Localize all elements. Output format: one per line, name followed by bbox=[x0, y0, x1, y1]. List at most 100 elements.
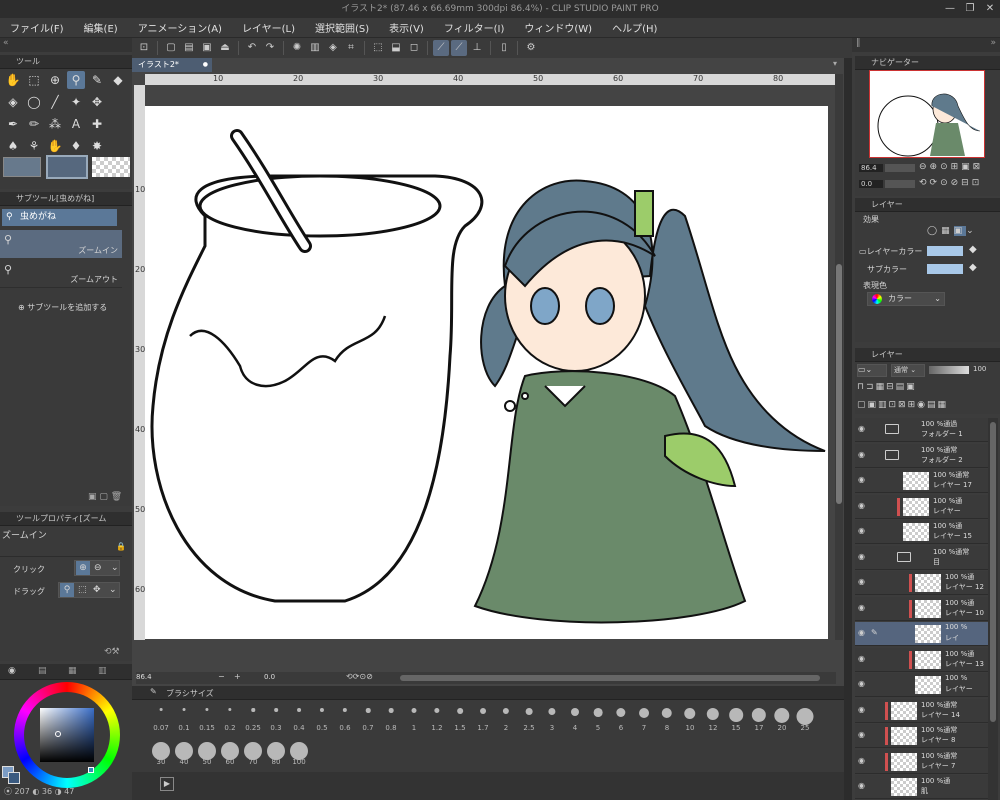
brush-size-preset[interactable]: 15 bbox=[725, 702, 747, 732]
saturation-value-square[interactable] bbox=[40, 708, 94, 762]
layer-color-fill-icon[interactable]: ◆ bbox=[969, 244, 977, 255]
sub-color-swatch[interactable] bbox=[46, 155, 88, 179]
tab-dot-icon[interactable]: ● bbox=[203, 58, 208, 72]
airbrush-tool-icon[interactable]: ⁂ bbox=[46, 115, 64, 133]
export-icon[interactable]: ⏏ bbox=[217, 40, 233, 56]
navigator-rotate-icons[interactable]: ⟲⟳⊙⊘⊟⊡ bbox=[919, 178, 982, 188]
brush-size-preset[interactable]: 0.25 bbox=[242, 702, 264, 732]
navigator-zoom-value[interactable]: 86.4 bbox=[859, 164, 883, 172]
subtool-item-zoom-in[interactable]: ⚲ ズームイン bbox=[0, 230, 122, 258]
navigator-zoom-slider[interactable] bbox=[885, 164, 915, 172]
close-button[interactable]: ✕ bbox=[980, 0, 1000, 18]
click-mode-select[interactable]: ⊕ ⊖ ⌄ bbox=[74, 560, 120, 576]
settings-icon[interactable]: ⚙ bbox=[523, 40, 539, 56]
opacity-slider[interactable] bbox=[929, 366, 969, 374]
watercolor-tool-icon[interactable]: ♦ bbox=[67, 137, 85, 155]
visibility-eye-icon[interactable]: ◉ bbox=[858, 475, 868, 485]
eyedropper-tool-icon[interactable]: ✎ bbox=[88, 71, 106, 89]
effect-icons[interactable]: ◯▦▣⌄ bbox=[927, 226, 989, 240]
visibility-eye-icon[interactable]: ◉ bbox=[858, 705, 868, 715]
blend-mode-select[interactable]: 通常 ⌄ bbox=[891, 364, 925, 377]
clip-studio-icon[interactable]: ⊡ bbox=[136, 40, 152, 56]
reset-icon[interactable]: ⟲ bbox=[104, 647, 112, 657]
select-layer-icon[interactable]: ✦ bbox=[67, 93, 85, 111]
line-tool-icon[interactable]: ╱ bbox=[46, 93, 64, 111]
brush-size-preset[interactable]: 0.5 bbox=[311, 702, 333, 732]
layer-scroll-thumb[interactable] bbox=[990, 422, 996, 722]
deselect-icon[interactable]: ⬚ bbox=[370, 40, 386, 56]
brush-size-preset[interactable]: 2.5 bbox=[518, 702, 540, 732]
brush-size-preset[interactable]: 0.7 bbox=[357, 702, 379, 732]
visibility-eye-icon[interactable]: ◉ bbox=[858, 577, 868, 587]
brush-size-preset[interactable]: 12 bbox=[702, 702, 724, 732]
lock-icon[interactable]: 🔒 bbox=[116, 542, 126, 551]
subtool-group-tab[interactable]: ⚲ 虫めがね bbox=[2, 209, 117, 226]
brush-size-preset[interactable]: 1.7 bbox=[472, 702, 494, 732]
sub-color-swatch-layer[interactable] bbox=[927, 264, 963, 274]
menu-view[interactable]: 表示(V) bbox=[389, 20, 424, 35]
zoom-out-small-icon[interactable]: − bbox=[218, 672, 225, 681]
brush-size-preset[interactable]: 10 bbox=[679, 702, 701, 732]
visibility-eye-icon[interactable]: ◉ bbox=[858, 628, 868, 638]
delete-subtool-icon[interactable]: 🗑 bbox=[111, 492, 122, 502]
layer-row[interactable]: ◉ 100 %通肌 bbox=[855, 775, 988, 799]
visibility-eye-icon[interactable]: ◉ bbox=[858, 730, 868, 740]
brush-size-preset[interactable]: 1.2 bbox=[426, 702, 448, 732]
menu-edit[interactable]: 編集(E) bbox=[84, 20, 118, 35]
decoration-tool-icon[interactable]: ⚘ bbox=[25, 137, 43, 155]
new-file-icon[interactable]: ▢ bbox=[163, 40, 179, 56]
brush-size-preset[interactable]: 70 bbox=[242, 736, 264, 766]
rotate-icon[interactable]: ⟲⟳⊙⊘ bbox=[346, 672, 373, 681]
pencil-tool-icon[interactable]: ✏ bbox=[25, 115, 43, 133]
eyedropper-icon[interactable]: ⦿ bbox=[4, 787, 15, 796]
color-slider-tab-icon[interactable]: ▤ bbox=[38, 666, 47, 676]
brush-size-preset[interactable]: 3 bbox=[541, 702, 563, 732]
visibility-eye-icon[interactable]: ◉ bbox=[858, 450, 868, 460]
angle-value[interactable]: 0.0 bbox=[264, 673, 275, 681]
timeline-icon[interactable]: ▶ bbox=[160, 777, 174, 791]
clear-icon[interactable]: ✺ bbox=[289, 40, 305, 56]
menu-window[interactable]: ウィンドウ(W) bbox=[524, 20, 592, 35]
brush-size-preset[interactable]: 60 bbox=[219, 736, 241, 766]
layer-row[interactable]: ◉ 100 %通 レイヤー 12 bbox=[855, 571, 988, 595]
layer-row[interactable]: ◉ 100 % レイ ✎ bbox=[855, 622, 988, 646]
brush-size-preset[interactable]: 0.6 bbox=[334, 702, 356, 732]
selection-border-icon[interactable]: ◻ bbox=[406, 40, 422, 56]
brush-size-preset[interactable]: 0.4 bbox=[288, 702, 310, 732]
visibility-eye-icon[interactable]: ◉ bbox=[858, 654, 868, 664]
brush-size-preset[interactable]: 0.1 bbox=[173, 702, 195, 732]
brush-size-preset[interactable]: 25 bbox=[794, 702, 816, 732]
visibility-eye-icon[interactable]: ◉ bbox=[858, 501, 868, 511]
operation-tool-icon[interactable]: ✚ bbox=[88, 115, 106, 133]
redo-icon[interactable]: ↷ bbox=[262, 40, 278, 56]
object-tool-icon[interactable]: ⊕ bbox=[46, 71, 64, 89]
brush-size-preset[interactable]: 0.15 bbox=[196, 702, 218, 732]
maximize-button[interactable]: ❐ bbox=[960, 0, 980, 18]
blend-tool-icon[interactable]: ✋ bbox=[46, 137, 64, 155]
navigator-preview[interactable] bbox=[869, 70, 985, 158]
eraser-tool-icon[interactable]: ◆ bbox=[109, 71, 127, 89]
device-icon[interactable]: ▯ bbox=[496, 40, 512, 56]
layer-row[interactable]: ◉ 100 %通 レイヤー 10 bbox=[855, 596, 988, 621]
text-tool-icon[interactable]: A bbox=[67, 115, 85, 133]
zoom-value[interactable]: 86.4 bbox=[136, 673, 152, 681]
color-wheel-tab-icon[interactable]: ◉ bbox=[8, 666, 16, 676]
menu-help[interactable]: ヘルプ(H) bbox=[612, 20, 657, 35]
visibility-eye-icon[interactable]: ◉ bbox=[858, 526, 868, 536]
transform-icon[interactable]: ◈ bbox=[325, 40, 341, 56]
navigator-zoom-icons[interactable]: ⊖⊕⊙⊞▣⊠ bbox=[919, 162, 983, 172]
canvas-paper[interactable] bbox=[145, 106, 828, 639]
expression-color-select[interactable]: カラー ⌄ bbox=[867, 292, 945, 306]
navigator-angle-slider[interactable] bbox=[885, 180, 915, 188]
layer-row[interactable]: ◉ 100 %通常 レイヤー 8 bbox=[855, 724, 988, 748]
vertical-scroll-thumb[interactable] bbox=[836, 264, 842, 504]
open-file-icon[interactable]: ▤ bbox=[181, 40, 197, 56]
sub-color-chip[interactable] bbox=[8, 772, 20, 784]
brush-size-preset[interactable]: 0.07 bbox=[150, 702, 172, 732]
move-tool-icon[interactable]: ✥ bbox=[88, 93, 106, 111]
layer-type-select[interactable]: ▭⌄ bbox=[857, 364, 887, 377]
ruler-snap-icon[interactable]: ⟋ bbox=[433, 40, 449, 56]
menu-filter[interactable]: フィルター(I) bbox=[444, 20, 505, 35]
grid-snap-icon[interactable]: ⊥ bbox=[469, 40, 485, 56]
add-subtool-button[interactable]: ⊕ サブツールを追加する bbox=[18, 302, 107, 313]
